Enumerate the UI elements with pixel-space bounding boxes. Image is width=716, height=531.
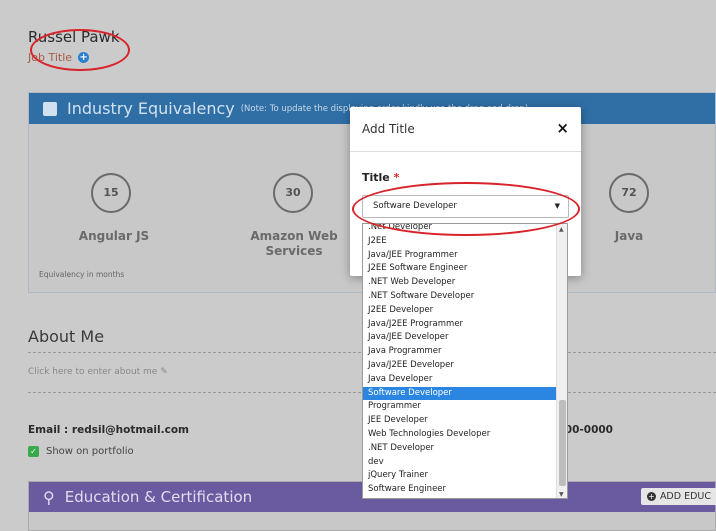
title-field-label: Title *: [362, 171, 399, 184]
skill-months-circle[interactable]: 30: [273, 173, 313, 213]
skill-months-circle[interactable]: 15: [91, 173, 131, 213]
page-background: Russel Pawk Job Title + Industry Equival…: [0, 0, 716, 531]
dropdown-option[interactable]: J2EE Developer: [363, 304, 558, 318]
industry-title: Industry Equivalency: [67, 99, 235, 118]
dropdown-option[interactable]: jQuery Trainer: [363, 469, 558, 483]
ribbon-icon: ⚲: [43, 487, 55, 507]
dropdown-option[interactable]: dev: [363, 456, 558, 470]
skill-label: Java: [614, 229, 644, 243]
show-portfolio-label: Show on portfolio: [46, 446, 134, 457]
equivalency-footer: Equivalency in months: [39, 270, 125, 279]
industry-icon: [43, 101, 57, 116]
dropdown-option[interactable]: J2EE Software Engineer: [363, 262, 558, 276]
add-education-label: ADD EDUC: [659, 491, 711, 502]
email-text: Email : redsil@hotmail.com: [28, 424, 189, 436]
skill-months-circle[interactable]: 72: [609, 173, 649, 213]
title-dropdown-list[interactable]: .Net Developer J2EE Java/JEE Programmer …: [362, 223, 568, 499]
dropdown-scrollbar[interactable]: ▲ ▼: [556, 224, 567, 498]
about-heading: About Me: [28, 327, 105, 346]
dropdown-option[interactable]: J2EE: [363, 235, 558, 249]
dropdown-option[interactable]: Java/JEE Developer: [363, 331, 558, 345]
dropdown-option[interactable]: Software Engineer: [363, 483, 558, 497]
pencil-icon: ✎: [160, 367, 168, 377]
skill-label: Angular JS: [78, 229, 150, 243]
modal-divider: [350, 151, 581, 152]
check-icon[interactable]: ✓: [28, 446, 39, 457]
dropdown-option[interactable]: JEE Developer: [363, 414, 558, 428]
dropdown-option[interactable]: .NET Software Developer: [363, 290, 558, 304]
show-portfolio-toggle[interactable]: ✓ Show on portfolio: [28, 446, 134, 457]
about-hint-text: Click here to enter about me: [28, 367, 158, 377]
title-label-text: Title: [362, 171, 390, 184]
scrollbar-thumb[interactable]: [559, 400, 566, 486]
dropdown-option[interactable]: .NET Web Developer: [363, 276, 558, 290]
modal-title: Add Title: [362, 122, 415, 136]
dropdown-option[interactable]: Java Developer: [363, 373, 558, 387]
scroll-down-icon[interactable]: ▼: [559, 491, 564, 498]
annotation-ellipse-name: [30, 29, 130, 71]
about-edit-link[interactable]: Click here to enter about me ✎: [28, 367, 168, 377]
plus-circle-icon: +: [646, 492, 656, 501]
add-education-button[interactable]: + ADD EDUC: [640, 488, 716, 505]
skill-label: Amazon Web Services: [250, 229, 338, 258]
education-title: Education & Certification: [64, 488, 253, 506]
dropdown-option[interactable]: Programmer: [363, 400, 558, 414]
dropdown-option[interactable]: Java/J2EE Developer: [363, 359, 558, 373]
required-marker: *: [393, 171, 400, 184]
dropdown-option[interactable]: Java Programmer: [363, 345, 558, 359]
close-icon[interactable]: ×: [556, 119, 569, 137]
annotation-ellipse-select: [352, 182, 580, 236]
dropdown-items: .Net Developer J2EE Java/JEE Programmer …: [363, 224, 558, 497]
dropdown-option-selected[interactable]: Software Developer: [363, 386, 558, 401]
dropdown-option[interactable]: Java/J2EE Programmer: [363, 318, 558, 332]
dropdown-option[interactable]: .NET Developer: [363, 442, 558, 456]
dropdown-option[interactable]: Java/JEE Programmer: [363, 249, 558, 263]
dropdown-option[interactable]: Web Technologies Developer: [363, 428, 558, 442]
scroll-up-icon[interactable]: ▲: [559, 226, 564, 233]
